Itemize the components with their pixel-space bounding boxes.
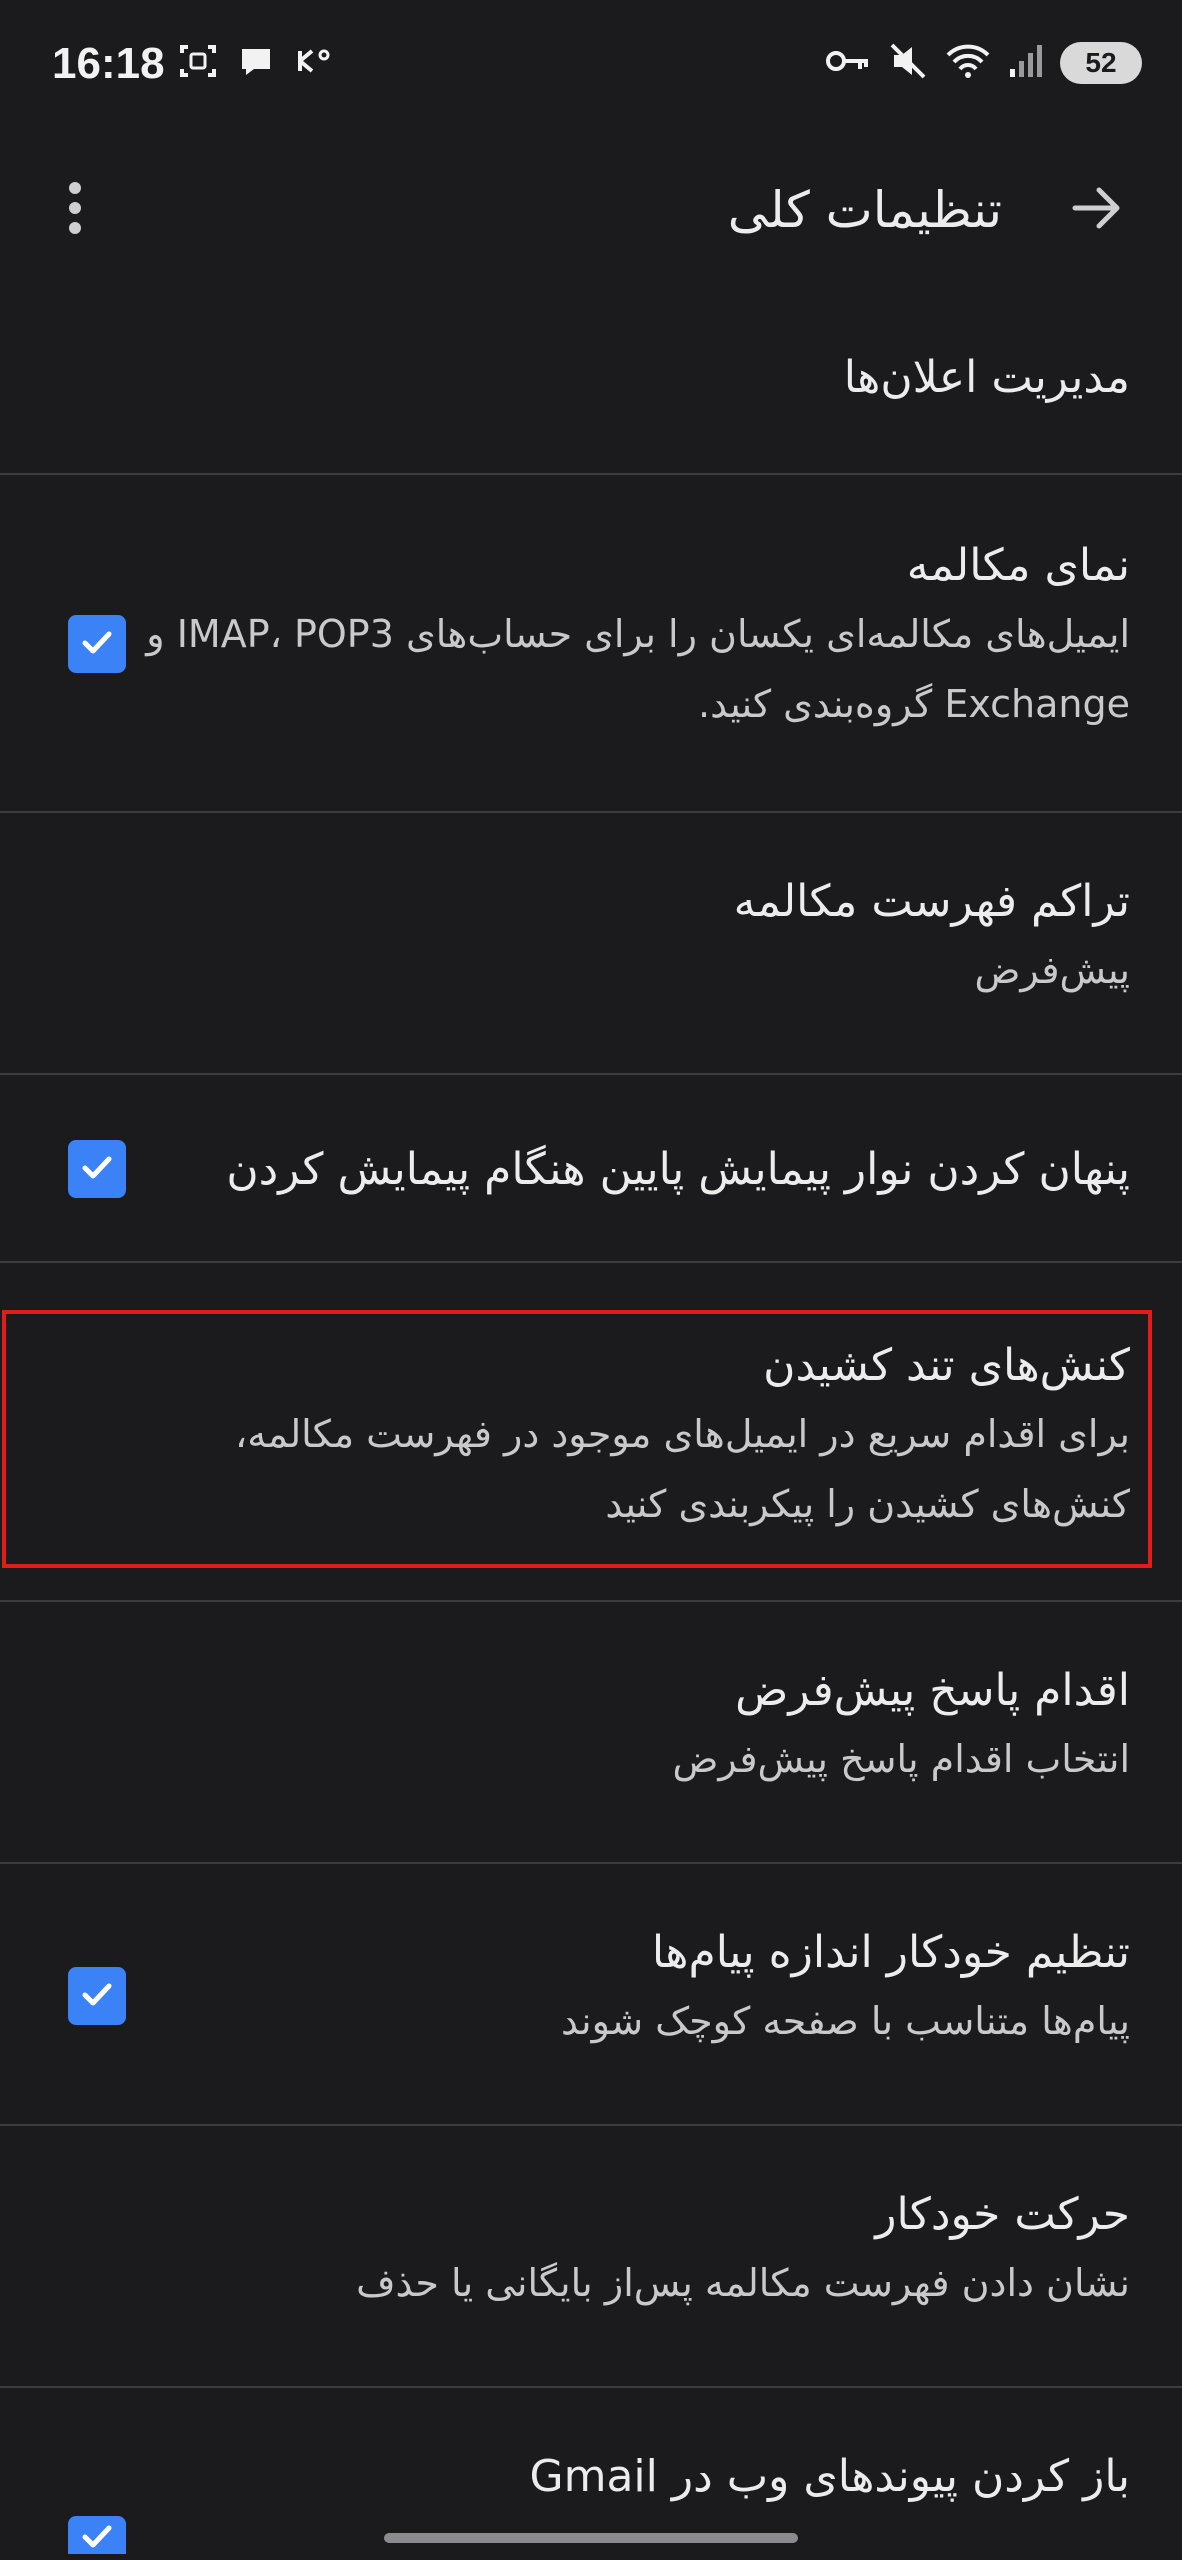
setting-summary: ایمیل‌های مکالمه‌ای یکسان را برای حساب‌ه… <box>146 612 1130 726</box>
setting-title: باز کردن پیوندهای وب در Gmail <box>529 2451 1131 2502</box>
highlight-box <box>2 1310 1152 1568</box>
setting-summary: انتخاب اقدام پاسخ پیش‌فرض <box>672 1737 1130 1781</box>
setting-hide-bottom-bar[interactable]: پنهان کردن نوار پیمایش پایین هنگام پیمای… <box>0 1073 1182 1261</box>
status-time: 16:18 <box>52 39 165 88</box>
setting-title: نمای مکالمه <box>906 540 1130 591</box>
setting-summary: پیش‌فرض <box>974 948 1130 992</box>
chat-icon <box>236 41 276 85</box>
setting-summary: نشان دادن فهرست مکالمه پس‌از بایگانی یا … <box>356 2261 1130 2305</box>
setting-title: تراکم فهرست مکالمه <box>733 876 1130 927</box>
setting-title: مدیریت اعلان‌ها <box>843 352 1130 403</box>
battery-indicator: 52 <box>1060 42 1142 84</box>
setting-default-reply[interactable]: اقدام پاسخ پیش‌فرض انتخاب اقدام پاسخ پیش… <box>0 1600 1182 1862</box>
mute-vibrate-icon <box>888 41 928 85</box>
check-icon <box>77 2516 117 2554</box>
hide-bottom-bar-checkbox[interactable] <box>68 1140 126 1198</box>
setting-manage-notifications[interactable]: مدیریت اعلان‌ها <box>0 305 1182 473</box>
check-icon <box>77 1974 117 2018</box>
arrow-back-icon <box>1069 180 1125 240</box>
home-indicator[interactable] <box>384 2533 798 2543</box>
setting-auto-fit[interactable]: تنظیم خودکار اندازه پیام‌ها پیام‌ها متنا… <box>0 1862 1182 2124</box>
setting-title: حرکت خودکار <box>875 2189 1130 2240</box>
key-icon <box>824 41 872 85</box>
setting-title: تنظیم خودکار اندازه پیام‌ها <box>651 1927 1130 1978</box>
status-left-icons <box>178 38 334 88</box>
app-bar: تنظیمات کلی <box>0 150 1182 270</box>
data-speed-icon <box>294 41 334 85</box>
signal-icon <box>1008 41 1044 85</box>
check-icon <box>77 1147 117 1191</box>
status-right-icons: 52 <box>824 38 1142 88</box>
status-bar: 16:18 52 <box>0 0 1182 120</box>
back-button[interactable] <box>1062 175 1132 245</box>
setting-auto-advance[interactable]: حرکت خودکار نشان دادن فهرست مکالمه پس‌از… <box>0 2124 1182 2386</box>
page-title: تنظیمات کلی <box>727 181 1002 239</box>
check-icon <box>77 622 117 666</box>
setting-conversation-view[interactable]: نمای مکالمه ایمیل‌های مکالمه‌ای یکسان را… <box>0 473 1182 811</box>
wifi-icon <box>944 41 992 85</box>
setting-title: اقدام پاسخ پیش‌فرض <box>735 1665 1130 1716</box>
setting-summary: پیام‌ها متناسب با صفحه کوچک شوند <box>561 1999 1130 2043</box>
auto-fit-checkbox[interactable] <box>68 1967 126 2025</box>
more-vert-icon <box>65 180 85 240</box>
conversation-view-checkbox[interactable] <box>68 615 126 673</box>
setting-list-density[interactable]: تراکم فهرست مکالمه پیش‌فرض <box>0 811 1182 1073</box>
open-links-checkbox[interactable] <box>68 2516 126 2554</box>
setting-title: پنهان کردن نوار پیمایش پایین هنگام پیمای… <box>226 1144 1130 1195</box>
screenshot-icon <box>178 41 218 85</box>
more-options-button[interactable] <box>40 175 110 245</box>
